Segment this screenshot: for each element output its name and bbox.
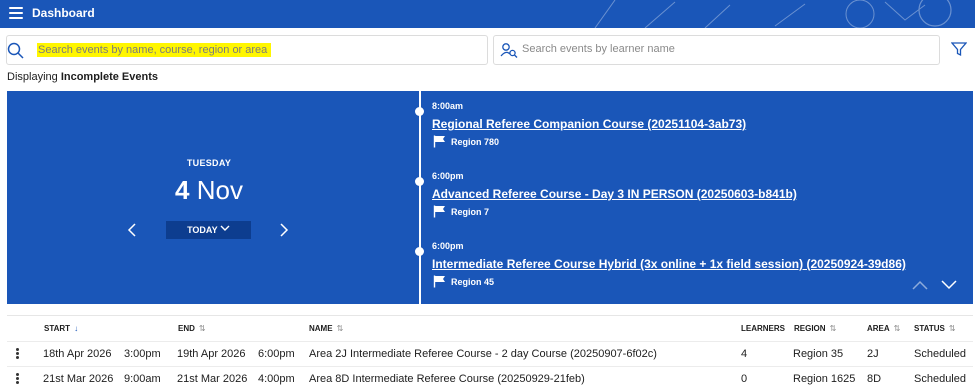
event-link[interactable]: Intermediate Referee Course Hybrid (3x o… bbox=[432, 257, 906, 271]
weekday-label: TUESDAY bbox=[186, 158, 232, 168]
column-header-name[interactable]: NAME ⇅ bbox=[309, 324, 343, 333]
cell-start-date: 18th Apr 2026 bbox=[43, 348, 112, 360]
sort-icon: ⇅ bbox=[336, 324, 344, 333]
column-header-label: STATUS bbox=[914, 324, 945, 333]
cell-region: Region 1625 bbox=[793, 373, 856, 385]
event-link[interactable]: Advanced Referee Course - Day 3 IN PERSO… bbox=[432, 187, 797, 201]
cell-end-date: 19th Apr 2026 bbox=[177, 348, 246, 360]
column-header-end[interactable]: END ⇅ bbox=[178, 324, 206, 333]
row-actions-menu-icon[interactable] bbox=[16, 348, 20, 360]
cell-learners: 0 bbox=[741, 373, 748, 385]
event-region: Region 780 bbox=[433, 135, 499, 148]
cell-status: Scheduled bbox=[914, 373, 966, 385]
sort-icon: ⇅ bbox=[198, 324, 206, 333]
cell-end-time: 4:00pm bbox=[258, 373, 295, 385]
event-search-placeholder: Search events by name, course, region or… bbox=[37, 43, 272, 57]
search-icon bbox=[7, 42, 24, 59]
today-dropdown-button[interactable]: TODAY bbox=[166, 221, 251, 239]
event-time: 8:00am bbox=[432, 101, 464, 111]
event-region-label: Region 45 bbox=[451, 277, 495, 287]
chevron-left-icon[interactable] bbox=[127, 222, 137, 238]
column-header-label: LEARNERS bbox=[741, 324, 786, 333]
timeline-dot bbox=[415, 247, 424, 256]
person-search-icon bbox=[500, 43, 518, 58]
event-search-input[interactable]: Search events by name, course, region or… bbox=[6, 35, 488, 65]
displaying-label: Displaying Incomplete Events bbox=[7, 71, 158, 83]
column-header-label: START bbox=[44, 324, 71, 333]
learner-search-placeholder: Search events by learner name bbox=[522, 43, 675, 55]
today-label: TODAY bbox=[187, 225, 218, 235]
column-header-region[interactable]: REGION ⇅ bbox=[794, 324, 836, 333]
column-header-label: NAME bbox=[309, 324, 333, 333]
event-time: 6:00pm bbox=[432, 241, 464, 251]
cell-region: Region 35 bbox=[793, 348, 844, 360]
cell-start-time: 9:00am bbox=[124, 373, 161, 385]
column-header-start[interactable]: START ↓ bbox=[44, 324, 78, 333]
event-region-label: Region 780 bbox=[451, 137, 500, 147]
sort-descending-icon: ↓ bbox=[74, 324, 79, 333]
table-row[interactable]: 21st Mar 2026 9:00am 21st Mar 2026 4:00p… bbox=[7, 366, 973, 391]
displaying-value: Incomplete Events bbox=[60, 71, 159, 83]
event-link[interactable]: Regional Referee Companion Course (20251… bbox=[432, 117, 746, 131]
column-header-area[interactable]: AREA ⇅ bbox=[867, 324, 900, 333]
sort-icon: ⇅ bbox=[948, 324, 956, 333]
cell-name: Area 8D Intermediate Referee Course (202… bbox=[309, 373, 585, 385]
sort-icon: ⇅ bbox=[893, 324, 901, 333]
displaying-prefix: Displaying bbox=[7, 71, 58, 83]
date-day: 4 bbox=[175, 175, 190, 205]
events-table: START ↓ END ⇅ NAME ⇅ LEARNERS REGION ⇅ AREA ⇅… bbox=[7, 315, 973, 390]
event-time: 6:00pm bbox=[432, 171, 464, 181]
timeline-line bbox=[419, 91, 421, 304]
cell-end-time: 6:00pm bbox=[258, 348, 295, 360]
table-header: START ↓ END ⇅ NAME ⇅ LEARNERS REGION ⇅ AREA ⇅… bbox=[7, 316, 973, 341]
filter-funnel-icon[interactable] bbox=[951, 41, 967, 57]
cell-name: Area 2J Intermediate Referee Course - 2 … bbox=[309, 348, 657, 360]
soccer-decoration-icon bbox=[594, 0, 952, 28]
chevron-up-icon[interactable] bbox=[912, 280, 928, 290]
cell-end-date: 21st Mar 2026 bbox=[177, 373, 248, 385]
timeline-dot bbox=[415, 107, 424, 116]
hamburger-menu-icon[interactable] bbox=[9, 7, 23, 19]
cell-start-date: 21st Mar 2026 bbox=[43, 373, 114, 385]
date-month: Nov bbox=[196, 175, 243, 205]
page-title: Dashboard bbox=[32, 6, 95, 20]
cell-start-time: 3:00pm bbox=[124, 348, 161, 360]
chevron-down-icon bbox=[220, 225, 230, 231]
column-header-label: END bbox=[178, 324, 195, 333]
column-header-learners[interactable]: LEARNERS bbox=[741, 324, 785, 333]
table-row[interactable]: 18th Apr 2026 3:00pm 19th Apr 2026 6:00p… bbox=[7, 341, 973, 366]
cell-learners: 4 bbox=[741, 348, 748, 360]
timeline-dot bbox=[415, 177, 424, 186]
row-actions-menu-icon[interactable] bbox=[16, 373, 20, 385]
sort-icon: ⇅ bbox=[829, 324, 837, 333]
cell-area: 8D bbox=[867, 373, 882, 385]
column-header-status[interactable]: STATUS ⇅ bbox=[914, 324, 956, 333]
flag-icon bbox=[433, 205, 445, 218]
day-selector: TUESDAY 4 Nov TODAY bbox=[7, 91, 411, 304]
chevron-right-icon[interactable] bbox=[279, 222, 289, 238]
flag-icon bbox=[433, 135, 445, 148]
learner-search-input[interactable]: Search events by learner name bbox=[493, 35, 940, 65]
cell-status: Scheduled bbox=[914, 348, 966, 360]
event-region-label: Region 7 bbox=[451, 207, 490, 217]
day-events-panel: TUESDAY 4 Nov TODAY 8:00am Regional Refe… bbox=[7, 91, 973, 304]
cell-area: 2J bbox=[867, 348, 879, 360]
date-label: 4 Nov bbox=[7, 175, 411, 206]
flag-icon bbox=[433, 275, 445, 288]
column-header-label: REGION bbox=[794, 324, 826, 333]
event-region: Region 7 bbox=[433, 205, 489, 218]
top-app-bar: Dashboard bbox=[0, 0, 975, 28]
column-header-label: AREA bbox=[867, 324, 890, 333]
chevron-down-icon[interactable] bbox=[941, 280, 957, 290]
event-region: Region 45 bbox=[433, 275, 494, 288]
